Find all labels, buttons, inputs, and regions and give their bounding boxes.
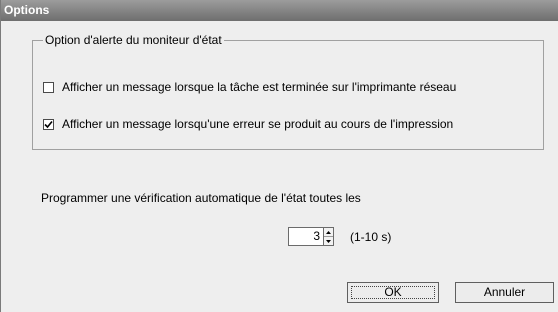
print-error-checkbox[interactable] <box>43 118 54 130</box>
ok-button-label: OK <box>384 285 402 299</box>
options-dialog: Options Option d'alerte du moniteur d'ét… <box>0 0 558 312</box>
alert-options-group: Option d'alerte du moniteur d'état Affic… <box>32 33 544 150</box>
task-finished-label: Afficher un message lorsque la tâche est… <box>62 80 457 94</box>
option-print-error[interactable]: Afficher un message lorsqu'une erreur se… <box>43 116 453 132</box>
interval-input[interactable]: 3 <box>288 227 323 246</box>
spin-down-button[interactable] <box>324 237 333 245</box>
ok-button[interactable]: OK <box>347 282 439 303</box>
arrow-up-icon <box>326 230 331 234</box>
task-finished-checkbox[interactable] <box>43 81 54 93</box>
option-task-finished[interactable]: Afficher un message lorsque la tâche est… <box>43 79 456 95</box>
interval-spinbox[interactable]: 3 <box>288 227 343 246</box>
checkmark-icon <box>44 120 53 128</box>
alert-group-title: Option d'alerte du moniteur d'état <box>43 33 224 47</box>
print-error-label: Afficher un message lorsqu'une erreur se… <box>62 117 454 131</box>
arrow-down-icon <box>326 239 331 243</box>
schedule-label: Programmer une vérification automatique … <box>41 191 361 205</box>
spin-up-button[interactable] <box>324 228 333 237</box>
dialog-title: Options <box>1 0 558 21</box>
spin-buttons <box>323 227 334 246</box>
cancel-button[interactable]: Annuler <box>455 282 554 303</box>
interval-range-label: (1-10 s) <box>350 230 392 244</box>
